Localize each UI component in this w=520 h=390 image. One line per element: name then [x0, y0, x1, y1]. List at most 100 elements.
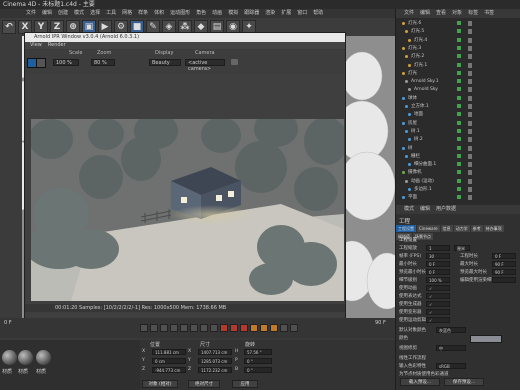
ipr-menu-render[interactable]: Render: [48, 42, 66, 49]
next-key-button[interactable]: [190, 324, 198, 332]
object-enabled-check-icon[interactable]: [457, 21, 461, 25]
object-tag-icon[interactable]: [468, 70, 472, 76]
point-key-button[interactable]: [290, 324, 298, 332]
menu-item-16[interactable]: 窗口: [297, 9, 307, 18]
save-preset-button[interactable]: 保存预设...: [444, 378, 484, 386]
object-enabled-check-icon[interactable]: [457, 87, 461, 92]
menu-item-13[interactable]: 跟踪器: [244, 9, 259, 18]
attr-field-value[interactable]: ✓: [426, 301, 450, 307]
ipr-stop-button[interactable]: [36, 58, 46, 68]
menu-item-5[interactable]: 工具: [106, 9, 116, 18]
object-tag-icon[interactable]: [468, 170, 472, 176]
record-button[interactable]: [220, 324, 228, 332]
attr-field-value[interactable]: ✓: [426, 317, 450, 323]
object-tag-icon[interactable]: [468, 104, 472, 109]
prev-frame-button[interactable]: [160, 324, 168, 332]
object-list-row[interactable]: 树: [396, 145, 520, 152]
object-enabled-check-icon[interactable]: [457, 79, 461, 84]
attribute-subtab-4[interactable]: 参考: [470, 225, 483, 232]
object-enabled-check-icon[interactable]: [457, 178, 461, 183]
menu-item-4[interactable]: 选择: [90, 9, 100, 18]
object-tag-icon[interactable]: [468, 137, 472, 143]
object-tag-icon[interactable]: [468, 187, 472, 192]
object-list-row[interactable]: 房屋: [396, 120, 520, 127]
object-enabled-check-icon[interactable]: [457, 187, 461, 191]
object-manager-tab-5[interactable]: 书签: [484, 9, 494, 18]
object-tag-icon[interactable]: [468, 45, 472, 51]
next-frame-button[interactable]: [180, 324, 188, 332]
object-list-row[interactable]: 灯光.2: [396, 53, 520, 60]
coord-value-field[interactable]: 57.56 °: [244, 349, 272, 355]
ipr-scale-field[interactable]: 100 %: [53, 59, 79, 66]
object-tag-icon[interactable]: [468, 195, 472, 201]
attr-right-field-value[interactable]: 90 F: [492, 269, 516, 275]
attr-field-value[interactable]: 0 F: [426, 269, 450, 275]
menu-item-14[interactable]: 渲染: [265, 9, 275, 18]
object-list-row[interactable]: 灯光: [396, 70, 520, 77]
prev-key-button[interactable]: [150, 324, 158, 332]
object-tag-icon[interactable]: [468, 87, 472, 93]
object-manager-tab-1[interactable]: 编辑: [420, 9, 430, 18]
object-list-row[interactable]: 细分曲面.1: [396, 161, 520, 168]
object-tag-icon[interactable]: [468, 21, 472, 26]
object-tag-icon[interactable]: [468, 37, 472, 43]
object-tag-icon[interactable]: [468, 54, 472, 60]
coords-size-mode-select[interactable]: 绝对尺寸: [188, 380, 220, 388]
color-swatch[interactable]: [470, 335, 502, 343]
ipr-display-select[interactable]: Beauty: [149, 59, 181, 66]
coord-value-field[interactable]: 0 °: [244, 367, 272, 373]
attribute-subtab-5[interactable]: 待办事项: [483, 225, 504, 232]
attr-color-value[interactable]: 灰蓝色: [436, 327, 466, 333]
object-list-row[interactable]: 树.2: [396, 136, 520, 143]
object-list-row[interactable]: 灯光.3: [396, 45, 520, 52]
object-enabled-check-icon[interactable]: [457, 162, 461, 167]
attr-right-field-value[interactable]: [492, 277, 516, 283]
menu-item-11[interactable]: 动画: [212, 9, 222, 18]
attribute-subtab-1[interactable]: Cineware: [417, 225, 440, 232]
attr-input-value[interactable]: sRGB: [436, 363, 466, 369]
scale-key-button[interactable]: [270, 324, 278, 332]
play-button[interactable]: [170, 324, 178, 332]
object-enabled-check-icon[interactable]: [457, 95, 461, 100]
autokey-button[interactable]: [230, 324, 238, 332]
position-key-button[interactable]: [250, 324, 258, 332]
object-tag-icon[interactable]: [468, 128, 472, 134]
loop-button[interactable]: [210, 324, 218, 332]
ipr-menu-view[interactable]: View: [30, 42, 42, 49]
menu-item-10[interactable]: 角色: [196, 9, 206, 18]
material-thumb-1[interactable]: [2, 350, 17, 365]
attribute-subtab-3[interactable]: 动力学: [453, 225, 470, 232]
object-enabled-check-icon[interactable]: [457, 195, 461, 200]
attribute-tab-1[interactable]: 编辑: [420, 205, 430, 214]
object-enabled-check-icon[interactable]: [457, 62, 461, 67]
attr-view-value[interactable]: 中: [436, 345, 466, 351]
object-enabled-check-icon[interactable]: [457, 29, 461, 34]
object-tag-icon[interactable]: [468, 178, 472, 184]
object-tag-icon[interactable]: [468, 29, 472, 35]
coords-mode-select[interactable]: 对象 (相对): [142, 380, 178, 388]
coords-apply-button[interactable]: 应用: [232, 380, 258, 388]
object-tag-icon[interactable]: [468, 153, 472, 159]
object-tag-icon[interactable]: [468, 62, 472, 68]
attribute-subtab-0[interactable]: 工程设置: [396, 225, 416, 232]
object-list-row[interactable]: 灯光.4: [396, 37, 520, 44]
coord-value-field[interactable]: 1172.232 cm: [198, 367, 232, 373]
object-manager-tab-2[interactable]: 查看: [436, 9, 446, 18]
attr-field-value[interactable]: ✓: [426, 293, 450, 299]
coord-value-field[interactable]: 1407.713 cm: [198, 349, 232, 355]
menu-item-15[interactable]: 扩展: [281, 9, 291, 18]
object-tag-icon[interactable]: [468, 162, 472, 168]
attr-unit-select[interactable]: 厘米: [454, 245, 470, 251]
object-tag-icon[interactable]: [468, 112, 472, 118]
coord-value-field[interactable]: 0 cm: [152, 358, 186, 364]
load-preset-button[interactable]: 载入预设...: [400, 378, 440, 386]
menu-item-12[interactable]: 模拟: [228, 9, 238, 18]
attr-field-value[interactable]: ✓: [426, 309, 450, 315]
menu-item-9[interactable]: 运动图形: [170, 9, 190, 18]
goto-end-button[interactable]: [200, 324, 208, 332]
menu-item-6[interactable]: 网格: [122, 9, 132, 18]
menu-item-1[interactable]: 编辑: [42, 9, 52, 18]
coord-value-field[interactable]: 0 °: [244, 358, 272, 364]
material-thumb-3[interactable]: [36, 350, 51, 365]
object-tag-icon[interactable]: [468, 145, 472, 151]
